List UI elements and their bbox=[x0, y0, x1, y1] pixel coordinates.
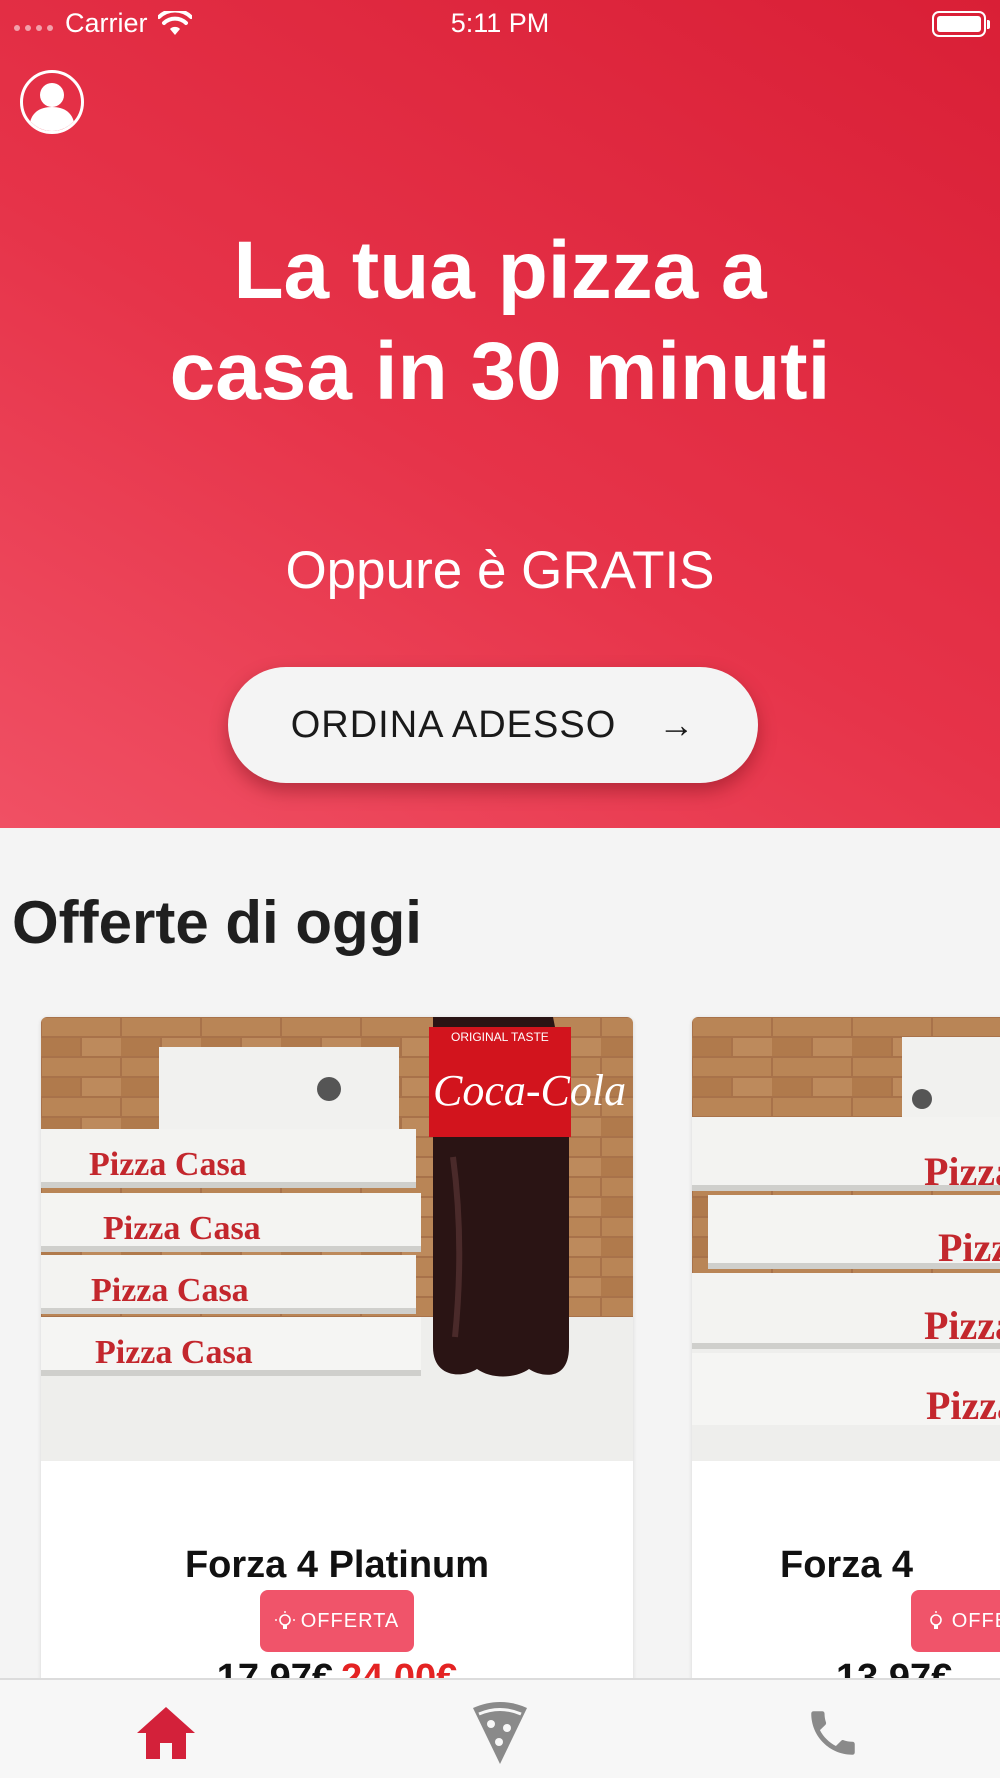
offer-image: Pizza Casa Pizza Casa Pizza Casa Pizza C… bbox=[692, 1017, 1000, 1461]
lightbulb-icon bbox=[274, 1611, 295, 1629]
box-label: Pizza Casa bbox=[89, 1146, 247, 1183]
status-bar: Carrier 5:11 PM bbox=[0, 0, 1000, 48]
bottle-label: Coca-Cola bbox=[433, 1066, 626, 1115]
box-label: Pizza Casa bbox=[938, 1225, 1000, 1270]
tab-home[interactable] bbox=[131, 1698, 201, 1768]
hero-title: La tua pizza a casa in 30 minuti bbox=[169, 225, 831, 417]
box-label: Pizza Casa bbox=[926, 1383, 1000, 1428]
offer-card[interactable]: Pizza Casa Pizza Casa Pizza Casa Pizza C… bbox=[692, 1017, 1000, 1697]
user-icon bbox=[29, 83, 75, 131]
offer-card[interactable]: Pizza Casa Pizza Casa Pizza Casa Pizza C… bbox=[41, 1017, 633, 1697]
offer-badge-label: OFFERTA bbox=[300, 1609, 400, 1632]
offers-section-title: Offerte di oggi bbox=[12, 889, 422, 956]
offer-name: Forza 4 Platinum bbox=[184, 1544, 490, 1586]
tab-menu[interactable] bbox=[465, 1698, 535, 1768]
box-label: Pizza Casa bbox=[91, 1272, 249, 1309]
battery-icon bbox=[932, 11, 990, 37]
box-label: Pizza Casa bbox=[924, 1149, 1000, 1194]
offer-badge-label: OFFERTA bbox=[951, 1609, 1000, 1632]
box-label: Pizza Casa bbox=[924, 1303, 1000, 1348]
lightbulb-icon bbox=[929, 1611, 942, 1629]
offer-badge: OFFERTA bbox=[911, 1590, 1000, 1652]
hero-banner: Carrier 5:11 PM La tua pizza a casa in 3… bbox=[0, 0, 1000, 828]
bottle-tagline: ORIGINAL TASTE bbox=[451, 1030, 549, 1044]
pizza-icon bbox=[473, 1702, 527, 1764]
box-label: Pizza Casa bbox=[95, 1334, 253, 1371]
offer-image: Pizza Casa Pizza Casa Pizza Casa Pizza C… bbox=[41, 1017, 633, 1461]
box-label: Pizza Casa bbox=[103, 1210, 261, 1247]
phone-icon bbox=[811, 1711, 855, 1755]
tab-bar bbox=[0, 1678, 1000, 1778]
offer-badge: OFFERTA bbox=[260, 1590, 414, 1652]
offer-name: Forza 4 bbox=[780, 1544, 914, 1586]
profile-avatar-button[interactable] bbox=[20, 70, 84, 134]
order-now-button[interactable]: ORDINA ADESSO → bbox=[228, 667, 758, 783]
home-icon bbox=[137, 1707, 195, 1759]
status-time: 5:11 PM bbox=[450, 8, 550, 38]
app-screen: Carrier 5:11 PM La tua pizza a casa in 3… bbox=[0, 0, 1000, 1778]
tab-contact[interactable] bbox=[798, 1698, 868, 1768]
hero-subtitle: Oppure è GRATIS bbox=[285, 541, 715, 600]
order-now-label: ORDINA ADESSO bbox=[290, 703, 617, 746]
arrow-right-icon: → bbox=[658, 704, 696, 745]
